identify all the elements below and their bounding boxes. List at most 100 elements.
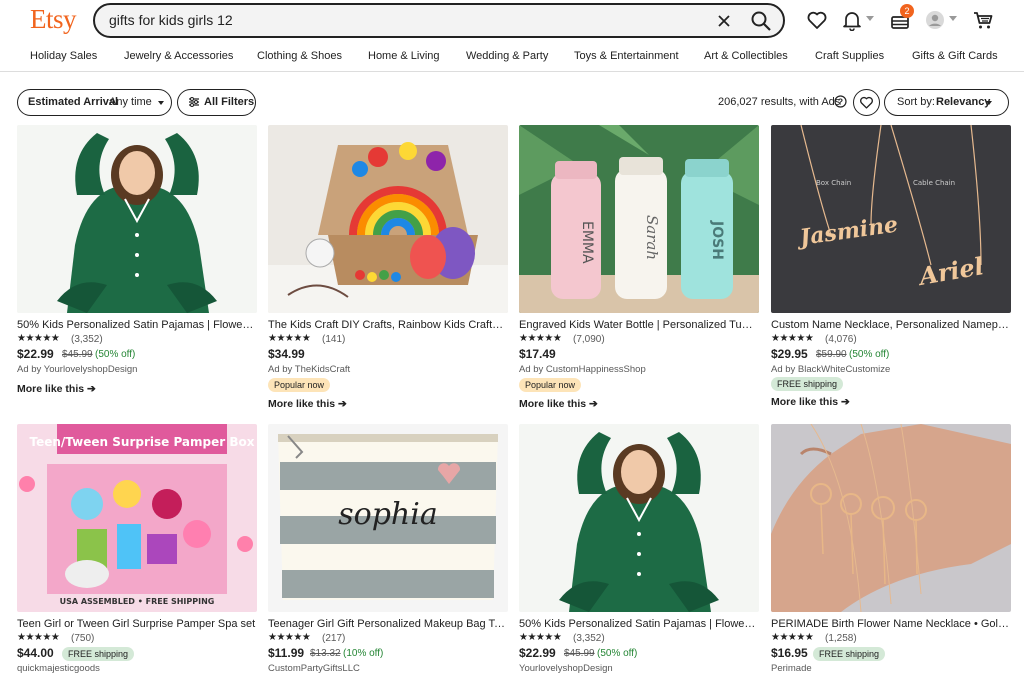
rating-stars: ★★★★★	[17, 333, 60, 344]
listing-title[interactable]: PERIMADE Birth Flower Name Necklace • Go…	[771, 618, 1011, 630]
sale-price: $29.95	[771, 347, 808, 361]
green-pajamas-photo	[17, 125, 257, 313]
rating-stars: ★★★★★	[17, 632, 60, 643]
search-input[interactable]	[109, 12, 689, 28]
discount-percent: (50% off)	[597, 648, 638, 659]
listing-title[interactable]: 50% Kids Personalized Satin Pajamas | Fl…	[17, 319, 257, 331]
chevron-down-icon	[158, 101, 164, 105]
etsy-logo[interactable]: Etsy	[30, 4, 77, 35]
listing-image[interactable]	[17, 125, 257, 313]
estimated-arrival-filter[interactable]: Estimated Arrival Any time	[17, 89, 172, 116]
category-link[interactable]: Jewelry & Accessories	[124, 50, 233, 62]
category-link[interactable]: Home & Living	[368, 50, 440, 62]
shop-name[interactable]: Ad by BlackWhiteCustomize	[771, 364, 890, 375]
category-link[interactable]: Craft Supplies	[815, 50, 884, 62]
listing-image[interactable]	[771, 424, 1011, 612]
bottle-name-sarah: Sarah	[643, 215, 661, 260]
review-count: (217)	[322, 633, 346, 644]
shop-name[interactable]: YourlovelyshopDesign	[519, 663, 613, 674]
sale-price: $44.00	[17, 646, 54, 660]
rating-stars: ★★★★★	[771, 632, 814, 643]
shop-name[interactable]: Perimade	[771, 663, 812, 674]
search-icon[interactable]	[750, 10, 772, 32]
cart-icon[interactable]	[972, 9, 994, 31]
listing-title[interactable]: Custom Name Necklace, Personalized Namep…	[771, 319, 1011, 331]
shop-name[interactable]: Ad by CustomHappinessShop	[519, 364, 646, 375]
discount-percent: (50% off)	[95, 349, 136, 360]
arrow-right-icon: ➔	[841, 396, 850, 408]
review-count: (750)	[71, 633, 95, 644]
more-like-this-link[interactable]: More like this ➔	[771, 396, 850, 408]
sort-dropdown[interactable]: Sort by: Relevancy	[884, 89, 1009, 116]
sale-price: $16.95	[771, 646, 808, 660]
more-like-this-link[interactable]: More like this ➔	[519, 398, 598, 410]
sale-price: $22.99	[17, 347, 54, 361]
listing-title[interactable]: 50% Kids Personalized Satin Pajamas | Fl…	[519, 618, 759, 630]
more-like-this-link[interactable]: More like this ➔	[268, 398, 347, 410]
rating-stars: ★★★★★	[519, 333, 562, 344]
listing-image[interactable]	[519, 424, 759, 612]
category-link[interactable]: Gifts & Gift Cards	[912, 50, 998, 62]
original-price: $45.99	[564, 648, 595, 659]
popular-now-badge: Popular now	[268, 378, 331, 392]
favorites-heart-icon[interactable]	[806, 9, 828, 31]
pamper-box-title: Teen/Tween Surprise Pamper Box	[30, 435, 255, 449]
listing-image[interactable]: EMMA Sarah JOSH	[519, 125, 759, 313]
listing-title[interactable]: The Kids Craft DIY Crafts, Rainbow Kids …	[268, 319, 508, 331]
review-count: (3,352)	[71, 334, 103, 345]
listing-image[interactable]: Box Chain Cable Chain Jasmine Ariel	[771, 125, 1011, 313]
shop-name[interactable]: Ad by TheKidsCraft	[268, 364, 350, 375]
listing-image[interactable]	[268, 125, 508, 313]
rating-stars: ★★★★★	[268, 333, 311, 344]
review-count: (3,352)	[573, 633, 605, 644]
rainbow-craft-box-photo	[268, 125, 508, 313]
listing-image[interactable]: Teen/Tween Surprise Pamper Box USA ASSEM…	[17, 424, 257, 612]
site-header: Etsy 2	[0, 0, 1024, 44]
more-like-this-link[interactable]: More like this ➔	[17, 383, 96, 395]
rating-stars: ★★★★★	[771, 333, 814, 344]
save-search-button[interactable]	[853, 89, 880, 116]
bottle-name-emma: EMMA	[579, 221, 595, 264]
arrival-filter-value: Any time	[109, 96, 152, 108]
review-count: (4,076)	[825, 334, 857, 345]
clear-search-icon[interactable]	[714, 11, 734, 31]
notifications-bell-icon[interactable]	[841, 9, 863, 31]
category-link[interactable]: Clothing & Shoes	[257, 50, 342, 62]
shop-name[interactable]: CustomPartyGiftsLLC	[268, 663, 360, 674]
shop-name[interactable]: Ad by YourlovelyshopDesign	[17, 364, 137, 375]
all-filters-button[interactable]: All Filters	[177, 89, 256, 116]
category-link[interactable]: Toys & Entertainment	[574, 50, 679, 62]
chain-label-box: Box Chain	[816, 179, 851, 187]
info-icon[interactable]: ?	[834, 95, 847, 108]
category-link[interactable]: Art & Collectibles	[704, 50, 788, 62]
arrival-filter-label: Estimated Arrival	[28, 96, 119, 108]
arrow-right-icon: ➔	[589, 398, 598, 410]
arrow-right-icon: ➔	[338, 398, 347, 410]
category-link[interactable]: Wedding & Party	[466, 50, 548, 62]
rating-stars: ★★★★★	[519, 632, 562, 643]
original-price: $13.32	[310, 648, 341, 659]
listing-image[interactable]: sophia	[268, 424, 508, 612]
popular-now-badge: Popular now	[519, 378, 582, 392]
listing-title[interactable]: Teen Girl or Tween Girl Surprise Pamper …	[17, 618, 257, 630]
original-price: $45.99	[62, 349, 93, 360]
sort-value: Relevancy	[936, 96, 991, 108]
user-avatar-icon[interactable]	[924, 9, 946, 31]
chevron-down-icon[interactable]	[866, 16, 874, 21]
listing-title[interactable]: Teenager Girl Gift Personalized Makeup B…	[268, 618, 508, 630]
listing-title[interactable]: Engraved Kids Water Bottle | Personalize…	[519, 319, 759, 331]
free-shipping-badge: FREE shipping	[813, 647, 886, 661]
svg-text:?: ?	[838, 97, 843, 107]
results-count: 206,027 results, with Ads	[718, 96, 841, 108]
search-bar[interactable]	[93, 3, 785, 38]
bag-name-text: sophia	[338, 497, 437, 532]
more-like-this-label: More like this	[17, 383, 85, 395]
original-price: $59.90	[816, 349, 847, 360]
name-necklaces-photo: Box Chain Cable Chain Jasmine Ariel	[771, 125, 1011, 313]
free-shipping-badge: FREE shipping	[771, 377, 844, 391]
more-like-this-label: More like this	[519, 398, 587, 410]
chevron-down-icon[interactable]	[949, 16, 957, 21]
shop-name[interactable]: quickmajesticgoods	[17, 663, 100, 674]
category-link[interactable]: Holiday Sales	[30, 50, 97, 62]
arrow-right-icon: ➔	[87, 383, 96, 395]
